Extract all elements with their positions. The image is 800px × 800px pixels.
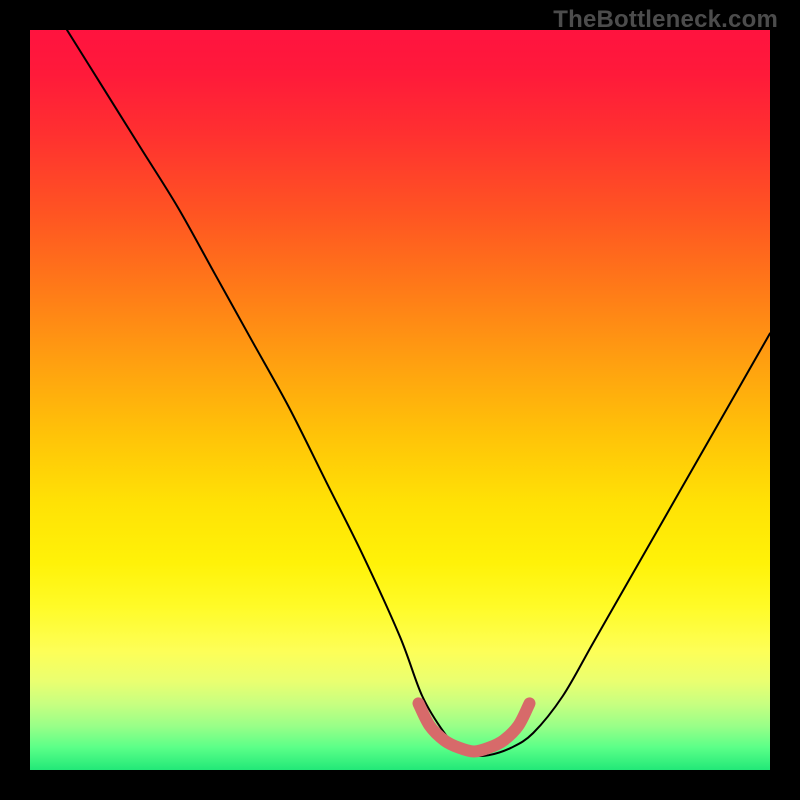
bottleneck-chart: TheBottleneck.com xyxy=(0,0,800,800)
main-curve xyxy=(67,30,770,756)
optimal-band xyxy=(419,703,530,751)
curve-layer xyxy=(30,30,770,770)
